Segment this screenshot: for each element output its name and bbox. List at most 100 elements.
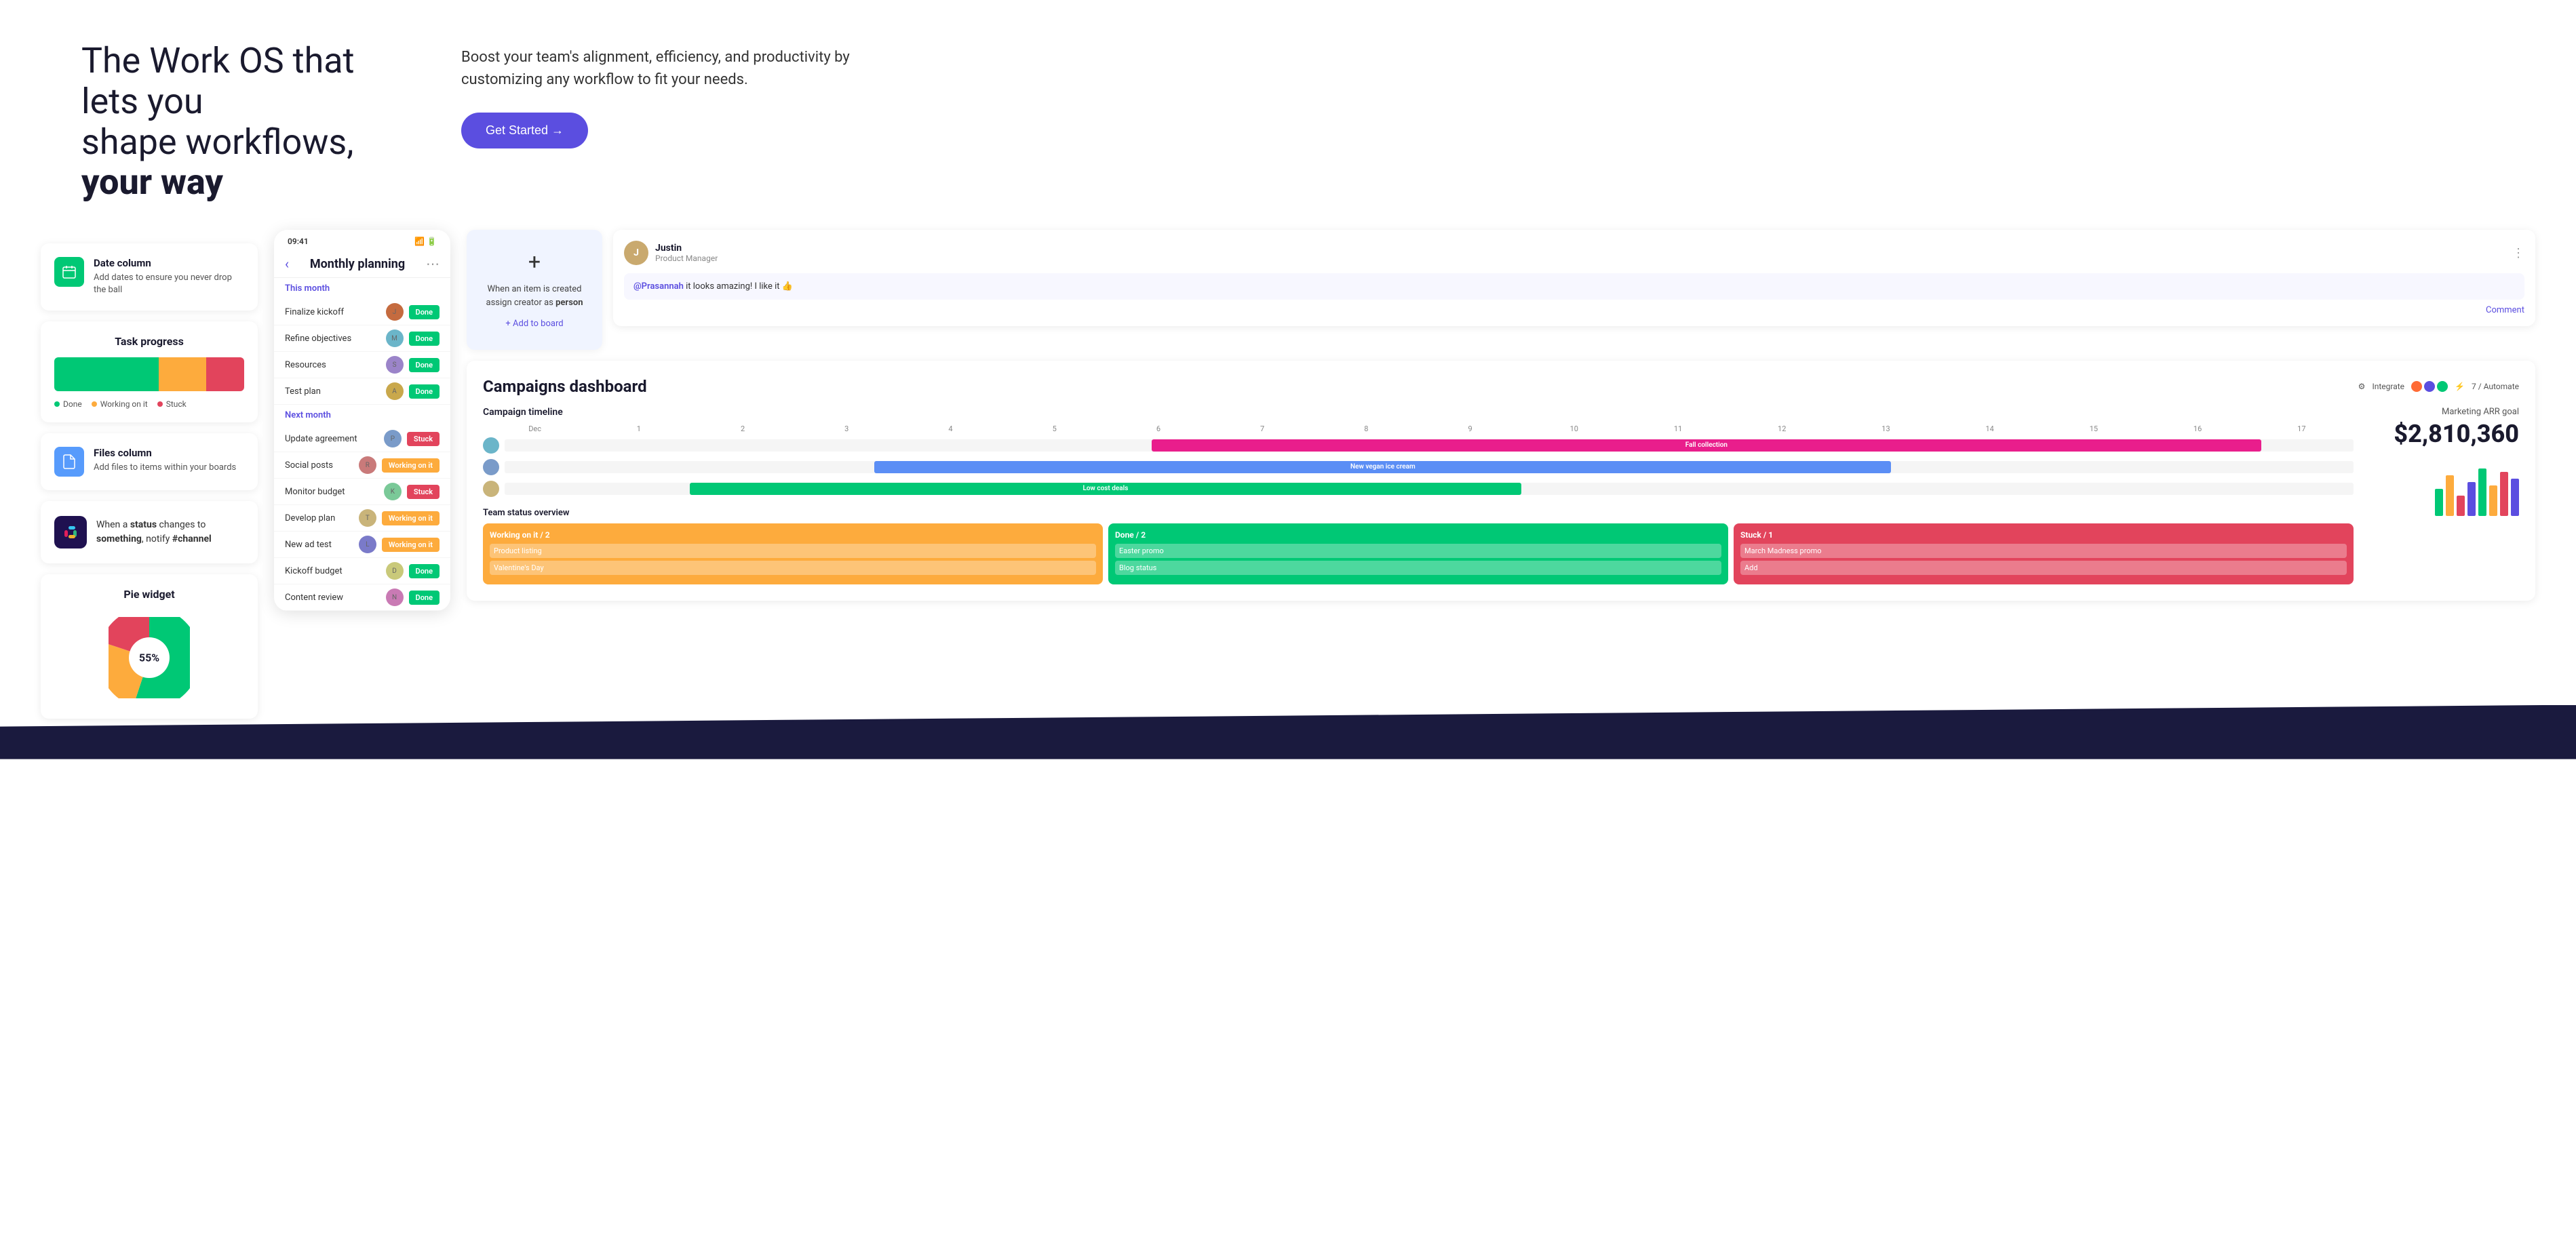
status-badge-done: Done — [409, 384, 440, 399]
task-name: Content review — [285, 593, 386, 603]
integration-dot-1 — [2411, 381, 2422, 392]
timeline-avatar — [483, 437, 499, 454]
task-name: Resources — [285, 360, 386, 370]
bar — [2457, 496, 2465, 516]
phone-status-bar: 09:41 📶 🔋 — [274, 230, 450, 250]
integrate-label[interactable]: Integrate — [2372, 382, 2404, 391]
progress-bar — [54, 357, 244, 391]
task-name: Finalize kickoff — [285, 307, 386, 317]
task-avatar: D — [386, 562, 404, 580]
add-to-board-link[interactable]: + Add to board — [486, 317, 583, 331]
date-column-title: Date column — [94, 257, 244, 269]
status-badge-done: Done — [409, 332, 440, 346]
dashboard-content: Campaign timeline Dec 1 2 3 4 5 6 7 8 — [483, 407, 2519, 584]
status-card-working: Working on it / 2 Product listing Valent… — [483, 523, 1103, 584]
task-avatar: K — [384, 483, 402, 500]
task-row: Monitor budget K Stuck — [274, 479, 450, 505]
automation-widget-bold: person — [555, 298, 583, 308]
task-list-next-month: Update agreement P Stuck Social posts R … — [274, 426, 450, 611]
legend-dot-working — [92, 401, 97, 407]
dashboard-right: Marketing ARR goal $2,810,360 — [2370, 407, 2519, 584]
bar — [2467, 482, 2476, 516]
arr-value: $2,810,360 — [2370, 420, 2519, 448]
task-row: Test plan A Done — [274, 378, 450, 405]
comment-text: it looks amazing! I like it 👍 — [684, 281, 793, 292]
task-avatar: M — [386, 330, 404, 347]
plus-icon: + — [486, 249, 583, 275]
team-status-row: Team status overview Working on it / 2 P… — [483, 508, 2354, 584]
phone-icons: 📶 🔋 — [414, 237, 437, 246]
task-avatar: P — [384, 430, 402, 447]
phone-time: 09:41 — [288, 237, 309, 246]
task-row: Kickoff budget D Done — [274, 558, 450, 584]
comment-role: Product Manager — [655, 254, 718, 263]
bar-chart — [2370, 462, 2519, 516]
comment-mention: @Prasannah — [633, 281, 684, 292]
task-row: Develop plan T Working on it — [274, 505, 450, 532]
status-badge-done: Done — [409, 591, 440, 605]
phone-title: Monthly planning — [310, 257, 405, 271]
legend-dot-done — [54, 401, 60, 407]
status-badge-stuck: Stuck — [407, 432, 440, 446]
automation-notify: , notify — [142, 534, 172, 544]
legend-label-stuck: Stuck — [166, 399, 187, 409]
pie-widget-card: Pie widget 55% — [41, 574, 258, 719]
campaigns-dashboard: Campaigns dashboard ⚙ Integrate ⚡ 7 / Au… — [467, 361, 2535, 601]
task-progress-card: Task progress Done Working on i — [41, 321, 258, 422]
hero-title-line2: shape workflows, — [81, 121, 353, 163]
pie-chart-container: 55% — [54, 610, 244, 705]
task-row: Resources S Done — [274, 352, 450, 378]
status-badge-done: Done — [409, 358, 440, 372]
date-column-desc: Add dates to ensure you never drop the b… — [94, 272, 244, 296]
integrate-icon: ⚙ — [2358, 382, 2366, 391]
slack-icon — [54, 516, 87, 548]
automation-changes: changes to — [157, 519, 206, 530]
comment-dots-icon[interactable]: ⋮ — [2512, 246, 2524, 260]
get-started-button[interactable]: Get Started → — [461, 113, 588, 148]
task-row: Update agreement P Stuck — [274, 426, 450, 452]
dashboard-header: Campaigns dashboard ⚙ Integrate ⚡ 7 / Au… — [483, 377, 2519, 396]
progress-working — [159, 357, 206, 391]
date-column-card: Date column Add dates to ensure you neve… — [41, 243, 258, 310]
status-cards-row: Working on it / 2 Product listing Valent… — [483, 523, 2354, 584]
arr-label: Marketing ARR goal — [2370, 407, 2519, 417]
task-row: Refine objectives M Done — [274, 325, 450, 352]
comment-card: J Justin Product Manager ⋮ @Prasannah it… — [613, 230, 2535, 326]
task-name: Social posts — [285, 460, 359, 471]
task-name: Test plan — [285, 386, 386, 397]
task-avatar: T — [359, 509, 376, 527]
timeline-avatar — [483, 459, 499, 475]
comment-body: @Prasannah it looks amazing! I like it 👍 — [624, 273, 2524, 300]
legend-label-working: Working on it — [100, 399, 148, 409]
date-column-icon — [54, 257, 84, 287]
showcase-section: Date column Add dates to ensure you neve… — [0, 230, 2576, 718]
task-progress-title: Task progress — [54, 335, 244, 348]
status-badge-done: Done — [409, 305, 440, 319]
team-status-title: Team status overview — [483, 508, 2354, 518]
timeline-row: New vegan ice cream — [483, 459, 2354, 475]
progress-legend: Done Working on it Stuck — [54, 399, 244, 409]
timeline-row: Low cost deals — [483, 481, 2354, 497]
back-arrow-icon[interactable]: ‹ — [285, 256, 289, 272]
automation-widget-text: When an item is created assign creator a… — [486, 283, 583, 309]
dashboard-actions: ⚙ Integrate ⚡ 7 / Automate — [2358, 381, 2519, 392]
phone-nav: ‹ Monthly planning ⋯ — [274, 250, 450, 278]
comment-username: Justin — [655, 243, 718, 254]
mobile-app-card: 09:41 📶 🔋 ‹ Monthly planning ⋯ This mont… — [274, 230, 450, 611]
automate-label[interactable]: 7 / Automate — [2472, 382, 2519, 391]
timeline-bar-area: Low cost deals — [505, 483, 2354, 495]
task-avatar: J — [386, 303, 404, 321]
automation-intro: When a — [96, 519, 130, 530]
timeline-avatar — [483, 481, 499, 497]
right-section: + When an item is created assign creator… — [467, 230, 2535, 601]
hero-title: The Work OS that lets you shape workflow… — [81, 41, 407, 203]
task-name: Refine objectives — [285, 334, 386, 344]
files-column-icon — [54, 447, 84, 477]
dots-menu-icon[interactable]: ⋯ — [426, 256, 440, 272]
task-avatar: A — [386, 382, 404, 400]
comment-link[interactable]: Comment — [624, 305, 2524, 315]
status-card-stuck: Stuck / 1 March Madness promo Add — [1734, 523, 2354, 584]
timeline-bar: Low cost deals — [690, 483, 1522, 495]
timeline-title: Campaign timeline — [483, 407, 2354, 418]
status-badge-working: Working on it — [382, 538, 440, 552]
